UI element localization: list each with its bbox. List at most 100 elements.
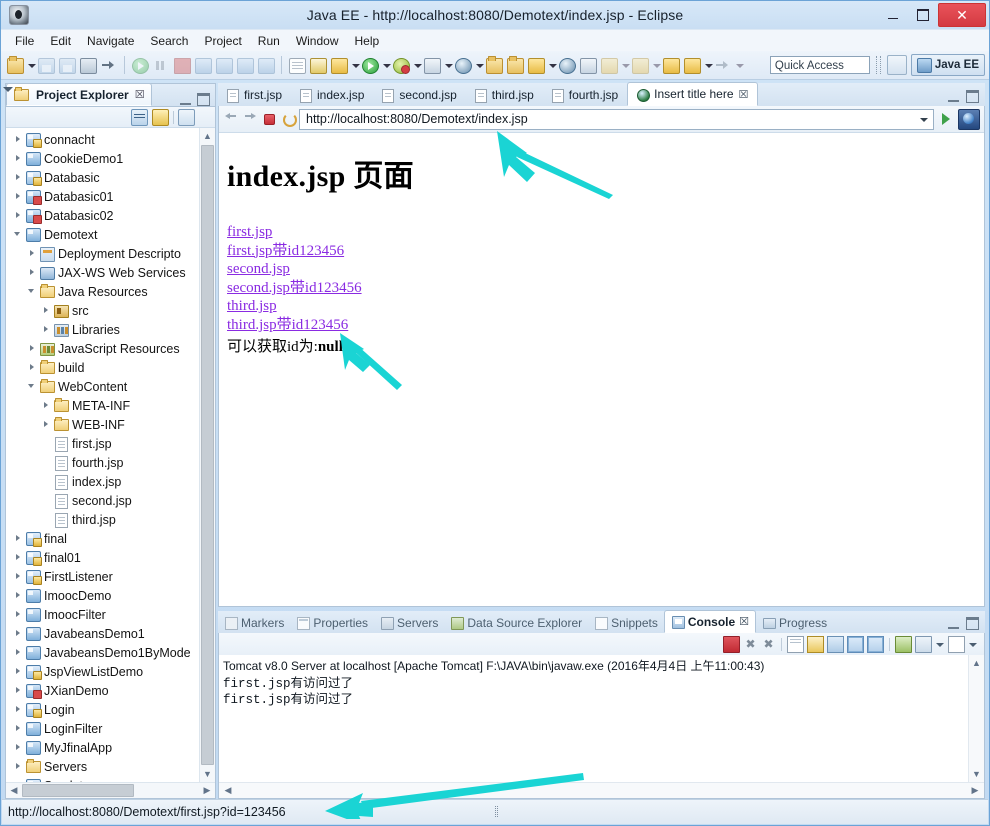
minimize-view-icon[interactable]: [948, 91, 959, 102]
tree-item[interactable]: ImoocDemo: [6, 586, 199, 605]
console-tab-markers[interactable]: Markers: [218, 612, 290, 633]
chevron-right-icon[interactable]: [12, 738, 25, 757]
tree-item[interactable]: LoginFilter: [6, 719, 199, 738]
page-link[interactable]: first.jsp: [227, 223, 272, 242]
tree-item[interactable]: JspViewListDemo: [6, 662, 199, 681]
chevron-right-icon[interactable]: [12, 567, 25, 586]
open-console-chevron-down-icon[interactable]: [968, 637, 978, 652]
stop-icon[interactable]: [261, 111, 277, 127]
open-external-browser-icon[interactable]: [958, 108, 980, 130]
chevron-right-icon[interactable]: [12, 605, 25, 624]
tree-item[interactable]: CookieDemo1: [6, 149, 199, 168]
console-tab-progress[interactable]: Progress: [756, 612, 833, 633]
open-type-icon[interactable]: [484, 55, 504, 75]
scroll-down-icon[interactable]: ▼: [200, 766, 215, 782]
chevron-down-icon[interactable]: [199, 110, 210, 125]
chevron-right-icon[interactable]: [12, 130, 25, 149]
chevron-down-icon[interactable]: [917, 111, 931, 128]
chevron-right-icon[interactable]: [12, 776, 25, 782]
page-link[interactable]: second.jsp: [227, 260, 290, 279]
console-tab-properties[interactable]: Properties: [290, 612, 374, 633]
word-wrap-icon[interactable]: [827, 635, 844, 653]
pin-console-icon[interactable]: [895, 635, 912, 653]
tree-item[interactable]: src: [6, 301, 199, 320]
debug-chevron-down-icon[interactable]: [412, 55, 422, 75]
maximize-button[interactable]: [908, 5, 938, 26]
tree-item[interactable]: build: [6, 358, 199, 377]
tree-item[interactable]: JavaScript Resources: [6, 339, 199, 358]
chevron-right-icon[interactable]: [40, 301, 53, 320]
tree-item[interactable]: first.jsp: [6, 434, 199, 453]
tree-item[interactable]: Java Resources: [6, 282, 199, 301]
chevron-right-icon[interactable]: [40, 320, 53, 339]
open-console-icon[interactable]: [948, 635, 965, 653]
tree-vertical-scrollbar[interactable]: ▲ ▼: [199, 128, 215, 782]
editor-tab-first-jsp[interactable]: first.jsp: [218, 84, 291, 106]
scroll-up-icon[interactable]: ▲: [969, 655, 984, 671]
chevron-right-icon[interactable]: [12, 206, 25, 225]
menu-help[interactable]: Help: [347, 32, 388, 50]
tree-item[interactable]: Libraries: [6, 320, 199, 339]
console-tab-data-source-explorer[interactable]: Data Source Explorer: [444, 612, 588, 633]
run-icon[interactable]: [360, 55, 380, 75]
menu-file[interactable]: File: [7, 32, 42, 50]
tree-item[interactable]: JXianDemo: [6, 681, 199, 700]
close-icon[interactable]: ☒: [739, 88, 749, 101]
back-icon[interactable]: [223, 111, 239, 127]
scrollbar-thumb[interactable]: [201, 145, 214, 765]
chevron-right-icon[interactable]: [26, 263, 39, 282]
clear-console-icon[interactable]: [787, 635, 804, 653]
editor-tab-second-jsp[interactable]: second.jsp: [373, 84, 465, 106]
tree-item[interactable]: second.jsp: [6, 491, 199, 510]
tree-item[interactable]: connacht: [6, 130, 199, 149]
link-with-editor-icon[interactable]: [152, 108, 169, 126]
chevron-right-icon[interactable]: [12, 548, 25, 567]
tree-item[interactable]: index.jsp: [6, 472, 199, 491]
maximize-view-icon[interactable]: [966, 617, 979, 630]
show-console-on-output-icon[interactable]: [847, 635, 864, 653]
page-link[interactable]: second.jsp带id123456: [227, 279, 362, 298]
chevron-right-icon[interactable]: [26, 244, 39, 263]
page-link[interactable]: third.jsp带id123456: [227, 316, 348, 335]
tree-item[interactable]: META-INF: [6, 396, 199, 415]
tree-item[interactable]: Servlet: [6, 776, 199, 782]
refresh-icon[interactable]: [280, 111, 297, 127]
run-chevron-down-icon[interactable]: [381, 55, 391, 75]
maximize-view-icon[interactable]: [966, 90, 979, 103]
editor-tab-third-jsp[interactable]: third.jsp: [466, 84, 543, 106]
menu-search[interactable]: Search: [142, 32, 196, 50]
chevron-right-icon[interactable]: [26, 358, 39, 377]
tab-project-explorer[interactable]: Project Explorer ☒: [6, 83, 152, 106]
minimize-view-icon[interactable]: [948, 618, 959, 629]
tree-item[interactable]: ImoocFilter: [6, 605, 199, 624]
close-icon[interactable]: ☒: [739, 615, 749, 628]
profile-chevron-down-icon[interactable]: [443, 55, 453, 75]
scroll-right-icon[interactable]: ▶: [967, 783, 983, 798]
show-console-on-error-icon[interactable]: [867, 635, 884, 653]
tree-horizontal-scrollbar[interactable]: ◀ ▶: [6, 782, 215, 798]
tree-item[interactable]: final01: [6, 548, 199, 567]
chevron-right-icon[interactable]: [40, 415, 53, 434]
tree-item[interactable]: final: [6, 529, 199, 548]
maximize-view-icon[interactable]: [197, 93, 210, 106]
task-icon[interactable]: [287, 55, 307, 75]
menu-project[interactable]: Project: [196, 32, 249, 50]
go-icon[interactable]: [937, 110, 955, 128]
validate-icon[interactable]: [578, 55, 598, 75]
chevron-right-icon[interactable]: [12, 719, 25, 738]
tree-item[interactable]: Deployment Descripto: [6, 244, 199, 263]
quick-access-input[interactable]: Quick Access: [769, 56, 870, 74]
tree-item[interactable]: JavabeansDemo1: [6, 624, 199, 643]
coverage-chevron-down-icon[interactable]: [474, 55, 484, 75]
tree-item[interactable]: WebContent: [6, 377, 199, 396]
chevron-right-icon[interactable]: [40, 396, 53, 415]
toolbar-drag-handle[interactable]: [875, 56, 881, 74]
coverage-icon[interactable]: [453, 55, 473, 75]
console-tab-snippets[interactable]: Snippets: [588, 612, 664, 633]
forward-chevron-down-icon[interactable]: [703, 55, 713, 75]
menu-run[interactable]: Run: [250, 32, 288, 50]
tree-item[interactable]: third.jsp: [6, 510, 199, 529]
chevron-right-icon[interactable]: [26, 339, 39, 358]
open-perspective-icon[interactable]: [886, 55, 907, 75]
chevron-right-icon[interactable]: [12, 149, 25, 168]
